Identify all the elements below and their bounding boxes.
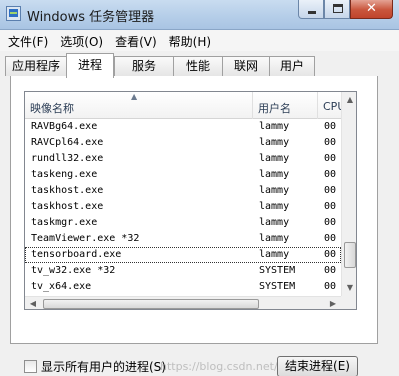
horizontal-scroll-thumb[interactable] — [43, 299, 259, 309]
table-row[interactable]: taskmgr.exe lammy 00 — [25, 215, 341, 231]
process-name-cell: taskhost.exe — [31, 201, 104, 212]
process-rows: RAVBg64.exe lammy 00 RAVCpl64.exe lammy 00 run… — [25, 119, 341, 309]
scroll-up-icon[interactable]: ▲ — [342, 92, 356, 108]
process-name-cell: RAVCpl64.exe — [31, 137, 104, 148]
cpu-cell: 00 — [324, 153, 337, 164]
process-name-cell: taskeng.exe — [31, 169, 98, 180]
tab-users[interactable]: 用户 — [269, 56, 315, 77]
table-row[interactable]: tv_x64.exe SYSTEM 00 — [25, 279, 341, 295]
user-name-cell: lammy — [259, 137, 290, 148]
process-name-cell: TeamViewer.exe *32 — [31, 233, 140, 244]
title-bar[interactable]: Windows 任务管理器 ✕ — [0, 0, 399, 30]
table-row[interactable]: tensorboard.exe lammy 00 — [25, 247, 341, 263]
user-name-cell: lammy — [259, 121, 290, 132]
minimize-icon — [308, 11, 316, 14]
checkbox-box[interactable] — [24, 360, 37, 373]
process-list[interactable]: ▲ 映像名称 用户名 CPU RAVBg64.exe lammy 00 RAVCpl6… — [24, 91, 357, 310]
tab-networking[interactable]: 联网 — [222, 56, 270, 77]
scroll-left-icon[interactable]: ◀ — [25, 297, 41, 309]
user-name-cell: lammy — [259, 217, 290, 228]
process-name-cell: tv_w32.exe *32 — [31, 265, 116, 276]
process-name-cell: taskhost.exe — [31, 185, 104, 196]
table-row[interactable]: tv_w32.exe *32 SYSTEM 00 — [25, 263, 341, 279]
menu-view[interactable]: 查看(V) — [109, 30, 163, 51]
process-name-cell: rundll32.exe — [31, 153, 104, 164]
user-name-cell: lammy — [259, 185, 290, 196]
menu-bar: 文件(F) 选项(O) 查看(V) 帮助(H) — [0, 30, 399, 51]
maximize-button[interactable] — [324, 0, 350, 19]
table-row[interactable]: taskhost.exe lammy 00 — [25, 183, 341, 199]
tab-performance[interactable]: 性能 — [173, 56, 223, 77]
table-row[interactable]: taskhost.exe lammy 00 — [25, 199, 341, 215]
column-header-cpu[interactable]: CPU — [318, 92, 345, 119]
menu-file[interactable]: 文件(F) — [2, 30, 54, 51]
cpu-cell: 00 — [324, 281, 337, 292]
window-controls: ✕ — [298, 0, 393, 19]
cpu-cell: 00 — [324, 265, 337, 276]
process-name-cell: tv_x64.exe — [31, 281, 92, 292]
user-name-cell: lammy — [259, 153, 290, 164]
table-row[interactable]: RAVBg64.exe lammy 00 — [25, 119, 341, 135]
cpu-cell: 00 — [324, 121, 337, 132]
close-icon: ✕ — [366, 1, 377, 16]
process-name-cell: tensorboard.exe — [31, 249, 122, 260]
process-list-header: ▲ 映像名称 用户名 CPU — [25, 92, 345, 119]
user-name-cell: lammy — [259, 233, 290, 244]
close-button[interactable]: ✕ — [350, 0, 393, 19]
scroll-down-icon[interactable]: ▼ — [342, 280, 356, 296]
user-name-cell: lammy — [259, 201, 290, 212]
user-name-cell: lammy — [259, 169, 290, 180]
table-row[interactable]: rundll32.exe lammy 00 — [25, 151, 341, 167]
vertical-scrollbar[interactable]: ▲ ▼ — [341, 92, 356, 296]
cpu-cell: 00 — [324, 185, 337, 196]
table-row[interactable]: taskeng.exe lammy 00 — [25, 167, 341, 183]
user-name-cell: lammy — [259, 249, 290, 260]
cpu-cell: 00 — [324, 233, 337, 244]
window-title: Windows 任务管理器 — [27, 10, 155, 25]
cpu-cell: 00 — [324, 249, 337, 260]
process-name-cell: RAVBg64.exe — [31, 121, 98, 132]
horizontal-scrollbar[interactable]: ◀ ▶ — [25, 296, 341, 309]
show-all-users-label: 显示所有用户的进程(S) — [41, 360, 166, 374]
user-name-cell: SYSTEM — [259, 265, 296, 276]
processes-pane: ▲ 映像名称 用户名 CPU RAVBg64.exe lammy 00 RAVCpl6… — [0, 76, 399, 376]
table-row[interactable]: TeamViewer.exe *32 lammy 00 — [25, 231, 341, 247]
column-header-image-name[interactable]: 映像名称 — [25, 92, 253, 119]
minimize-button[interactable] — [298, 0, 324, 19]
column-header-user-name[interactable]: 用户名 — [253, 92, 318, 119]
end-process-button[interactable]: 结束进程(E) — [277, 356, 358, 376]
tab-applications[interactable]: 应用程序 — [5, 56, 67, 77]
table-row[interactable]: RAVCpl64.exe lammy 00 — [25, 135, 341, 151]
show-all-users-checkbox[interactable]: 显示所有用户的进程(S) — [24, 358, 166, 375]
menu-options[interactable]: 选项(O) — [54, 30, 109, 51]
scroll-right-icon[interactable]: ▶ — [325, 297, 341, 309]
tab-processes[interactable]: 进程 — [66, 53, 114, 78]
tab-services[interactable]: 服务 — [114, 56, 174, 77]
cpu-cell: 00 — [324, 217, 337, 228]
maximize-icon — [333, 4, 343, 13]
scrollbar-corner — [341, 296, 356, 309]
cpu-cell: 00 — [324, 169, 337, 180]
menu-help[interactable]: 帮助(H) — [163, 30, 217, 51]
user-name-cell: SYSTEM — [259, 281, 296, 292]
vertical-scroll-thumb[interactable] — [344, 242, 356, 268]
cpu-cell: 00 — [324, 201, 337, 212]
process-name-cell: taskmgr.exe — [31, 217, 98, 228]
cpu-cell: 00 — [324, 137, 337, 148]
tab-bar: 应用程序 进程 服务 性能 联网 用户 — [0, 51, 399, 78]
task-manager-app-icon — [6, 6, 21, 21]
